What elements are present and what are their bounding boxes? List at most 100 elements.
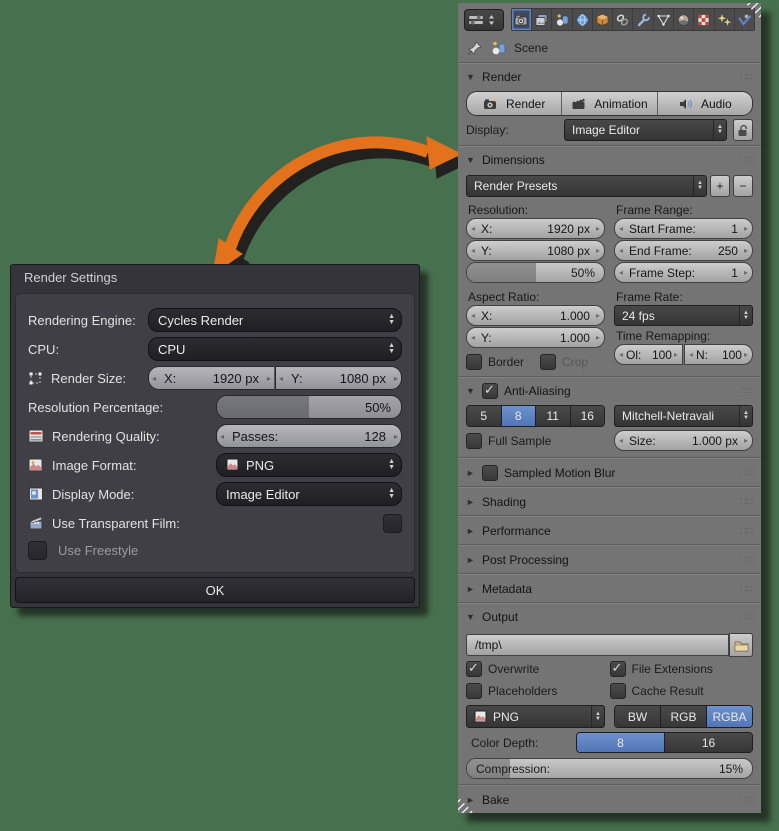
drag-grip[interactable] xyxy=(740,72,753,83)
depth-16[interactable]: 16 xyxy=(665,733,752,752)
output-section-header[interactable]: ▼ Output xyxy=(458,604,761,629)
channel-rgb[interactable]: RGB xyxy=(661,706,707,727)
resolution-percentage-slider[interactable]: 50% xyxy=(216,395,402,419)
frame-step-field[interactable]: ◂ Frame Step: 1 ▸ xyxy=(614,262,753,283)
aspect-y-field[interactable]: ◂ Y: 1.000 ▸ xyxy=(466,327,605,348)
drag-grip[interactable] xyxy=(740,526,753,537)
modifiers-tab[interactable] xyxy=(633,9,654,30)
render-button[interactable]: Render xyxy=(467,92,563,115)
display-dropdown[interactable]: Image Editor xyxy=(564,119,727,141)
file-format-dropdown[interactable]: PNG xyxy=(466,705,605,728)
lock-button[interactable] xyxy=(733,119,753,141)
drag-grip[interactable] xyxy=(740,497,753,508)
output-path-field[interactable]: /tmp\ xyxy=(466,634,729,656)
drag-grip[interactable] xyxy=(740,584,753,595)
particles-tab[interactable] xyxy=(714,9,735,30)
time-remap-new-field[interactable]: ◂ N: 100 ▸ xyxy=(684,344,753,365)
frame-rate-dropdown[interactable]: 24 fps xyxy=(614,305,753,326)
post-processing-header[interactable]: ► Post Processing xyxy=(458,546,761,573)
border-checkbox[interactable] xyxy=(466,354,482,370)
output-section-title: Output xyxy=(482,610,519,624)
resolution-y-field[interactable]: ◂ Y: 1080 px ▸ xyxy=(466,240,605,261)
physics-tab[interactable] xyxy=(734,9,754,30)
render-size-y-field[interactable]: ◂ Y: 1080 px ▸ xyxy=(275,366,402,390)
render-layers-tab[interactable] xyxy=(532,9,553,30)
drag-grip[interactable] xyxy=(740,155,753,166)
anti-aliasing-section-header[interactable]: ▼ Anti-Aliasing xyxy=(458,378,761,403)
anti-aliasing-checkbox[interactable] xyxy=(482,382,498,399)
render-presets-dropdown[interactable]: Render Presets xyxy=(466,175,707,197)
overwrite-label: Overwrite xyxy=(488,662,540,676)
compression-slider[interactable]: Compression: 15% xyxy=(466,758,753,779)
cache-result-checkbox[interactable] xyxy=(609,683,626,699)
shading-title: Shading xyxy=(482,495,527,509)
editor-type-selector[interactable] xyxy=(464,8,504,31)
time-remap-old-field[interactable]: ◂ Ol: 100 ▸ xyxy=(614,344,683,365)
display-mode-dropdown[interactable]: Image Editor xyxy=(216,482,402,506)
world-tab[interactable] xyxy=(572,9,593,30)
rendering-engine-dropdown[interactable]: Cycles Render xyxy=(148,308,402,332)
transparent-film-checkbox[interactable] xyxy=(383,513,402,533)
drag-grip[interactable] xyxy=(740,386,753,397)
full-sample-checkbox[interactable] xyxy=(466,432,482,449)
file-extensions-row[interactable]: File Extensions xyxy=(609,660,754,677)
start-frame-field[interactable]: ◂ Start Frame: 1 ▸ xyxy=(614,218,753,239)
depth-8[interactable]: 8 xyxy=(577,733,665,752)
channel-bw[interactable]: BW xyxy=(615,706,661,727)
aa-samples-11[interactable]: 11 xyxy=(536,406,571,426)
aa-samples-16[interactable]: 16 xyxy=(570,406,604,426)
render-section-header[interactable]: ▼ Render xyxy=(458,64,761,89)
crop-checkbox[interactable] xyxy=(540,354,557,370)
overwrite-checkbox[interactable] xyxy=(466,660,482,677)
placeholders-checkbox[interactable] xyxy=(466,683,482,699)
drag-grip[interactable] xyxy=(740,795,753,806)
metadata-header[interactable]: ► Metadata xyxy=(458,575,761,602)
overwrite-row[interactable]: Overwrite xyxy=(466,660,610,677)
remove-preset-button[interactable]: − xyxy=(733,175,753,197)
channel-rgba[interactable]: RGBA xyxy=(707,706,752,727)
animation-button[interactable]: Animation xyxy=(562,92,658,115)
scene-tab[interactable] xyxy=(552,9,573,30)
object-tab[interactable] xyxy=(592,9,614,30)
browse-folder-button[interactable] xyxy=(729,633,753,657)
shading-header[interactable]: ► Shading xyxy=(458,488,761,515)
end-frame-field[interactable]: ◂ End Frame: 250 ▸ xyxy=(614,240,753,261)
ok-button[interactable]: OK xyxy=(15,577,415,603)
performance-header[interactable]: ► Performance xyxy=(458,517,761,544)
drag-grip[interactable] xyxy=(740,612,753,623)
aa-filter-dropdown[interactable]: Mitchell-Netravali xyxy=(614,405,753,427)
cpu-dropdown[interactable]: CPU xyxy=(148,337,402,361)
dimensions-section-header[interactable]: ▼ Dimensions xyxy=(458,147,761,172)
render-tab[interactable] xyxy=(511,9,533,30)
image-format-dropdown[interactable]: PNG xyxy=(216,453,402,477)
aa-samples-8[interactable]: 8 xyxy=(501,406,536,426)
resolution-x-field[interactable]: ◂ X: 1920 px ▸ xyxy=(466,218,605,239)
passes-field[interactable]: ◂ Passes: 128 ▸ xyxy=(216,424,402,448)
placeholders-row[interactable]: Placeholders xyxy=(466,683,610,699)
use-freestyle-checkbox[interactable] xyxy=(28,540,47,560)
drag-grip[interactable] xyxy=(740,555,753,566)
aspect-x-field[interactable]: ◂ X: 1.000 ▸ xyxy=(466,305,605,326)
render-quality-icon xyxy=(28,428,44,444)
frame-step-name: Frame Step: xyxy=(629,265,696,280)
object-data-tab[interactable] xyxy=(653,9,674,30)
audio-button[interactable]: Audio xyxy=(657,92,752,115)
border-checkbox-row[interactable]: Border xyxy=(466,354,524,370)
constraints-tab[interactable] xyxy=(613,9,634,30)
material-tab[interactable] xyxy=(673,9,695,30)
add-preset-button[interactable]: + xyxy=(710,175,730,197)
bake-header[interactable]: ► Bake xyxy=(458,786,761,813)
aa-samples-5[interactable]: 5 xyxy=(467,406,502,426)
drag-grip[interactable] xyxy=(740,468,753,479)
sampled-motion-blur-checkbox[interactable] xyxy=(482,465,498,481)
sampled-motion-blur-header[interactable]: ► Sampled Motion Blur xyxy=(458,459,761,486)
aa-size-field[interactable]: ◂ Size: 1.000 px ▸ xyxy=(614,430,753,451)
cache-result-row[interactable]: Cache Result xyxy=(609,683,754,699)
resolution-percentage-slider[interactable]: 50% xyxy=(466,262,605,283)
texture-tab[interactable] xyxy=(694,9,715,30)
full-sample-row[interactable]: Full Sample xyxy=(466,430,605,451)
pin-icon[interactable] xyxy=(466,40,483,57)
file-extensions-checkbox[interactable] xyxy=(609,660,626,677)
render-size-x-field[interactable]: ◂ X: 1920 px ▸ xyxy=(148,366,275,390)
crop-checkbox-row[interactable]: Crop xyxy=(540,354,588,370)
